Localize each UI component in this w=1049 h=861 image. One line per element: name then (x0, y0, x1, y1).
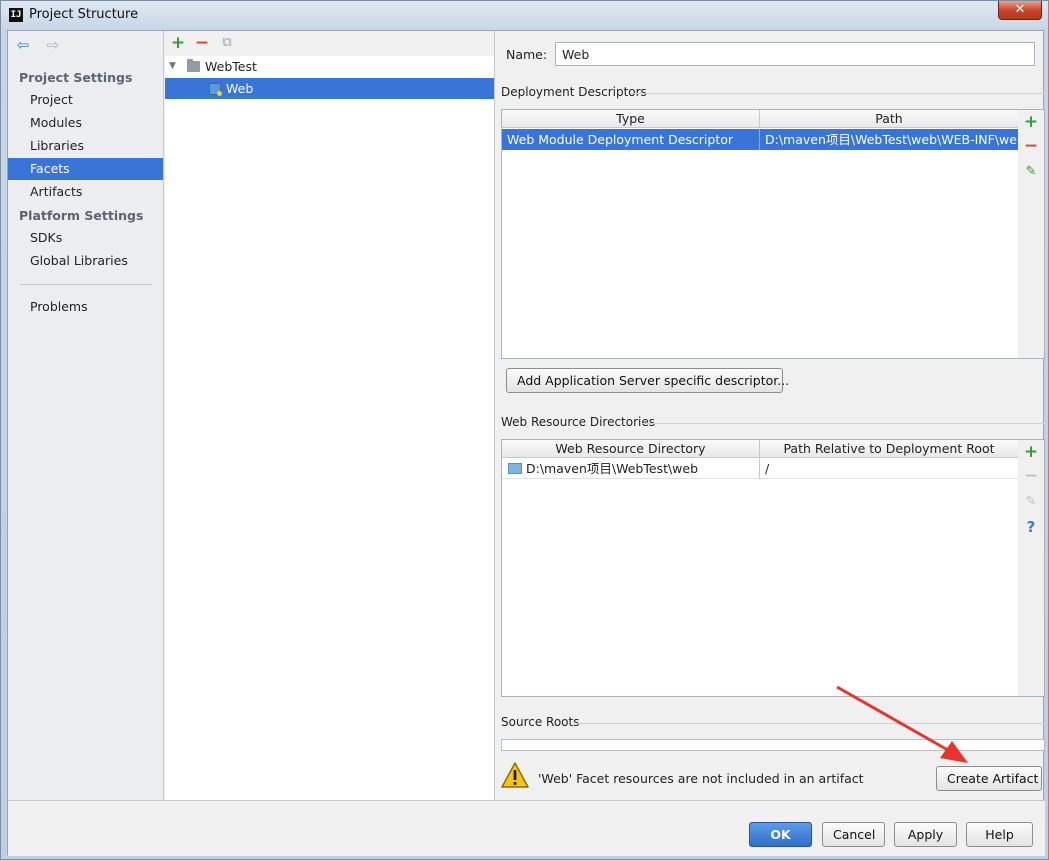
artifact-warning-text: 'Web' Facet resources are not included i… (538, 771, 864, 786)
add-app-server-descriptor-button[interactable]: Add Application Server specific descript… (506, 368, 789, 393)
web-facet-icon (209, 83, 222, 96)
table-header: Web Resource Directory Path Relative to … (502, 440, 1018, 458)
section-divider (632, 93, 1044, 94)
settings-nav: ⇦ ⇨ Project Settings Project Modules Lib… (8, 31, 164, 800)
descriptor-tools: + − ✎ (1018, 109, 1045, 359)
remove-resource-button[interactable]: − (1022, 467, 1040, 485)
intellij-app-icon: IJ (9, 8, 23, 22)
warning-icon (501, 762, 529, 788)
table-header: Type Path (502, 110, 1018, 128)
nav-item-artifacts[interactable]: Artifacts (8, 181, 163, 203)
section-divider (642, 423, 1044, 424)
nav-item-libraries[interactable]: Libraries (8, 135, 163, 157)
module-folder-icon (187, 59, 200, 72)
nav-item-global-libraries[interactable]: Global Libraries (8, 250, 163, 272)
section-divider (576, 723, 1044, 724)
add-resource-button[interactable]: + (1022, 443, 1040, 461)
table-row[interactable]: Web Module Deployment Descriptor D:\mave… (502, 129, 1018, 150)
cancel-button[interactable]: Cancel (822, 822, 885, 847)
expand-toggle-icon[interactable]: ▼ (169, 56, 176, 77)
source-roots-title: Source Roots (501, 715, 580, 729)
source-roots-list[interactable] (501, 739, 1045, 751)
deployment-descriptors-title: Deployment Descriptors (501, 85, 647, 99)
web-folder-icon (508, 463, 522, 474)
window-close-button[interactable]: ✕ (998, 1, 1042, 20)
descriptor-path-cell: D:\maven项目\WebTest\web\WEB-INF\web. (765, 132, 1018, 147)
nav-history: ⇦ ⇨ (14, 37, 70, 55)
column-header-directory[interactable]: Web Resource Directory (502, 440, 760, 458)
platform-settings-header: Platform Settings (19, 208, 144, 223)
web-resource-directories-table: Web Resource Directory Path Relative to … (501, 439, 1019, 697)
help-button[interactable]: Help (966, 822, 1033, 847)
facet-editor: Name: Deployment Descriptors Type Path W… (496, 31, 1045, 800)
dialog-button-bar: OK Cancel Apply Help (8, 800, 1045, 856)
window-title: Project Structure (29, 7, 139, 22)
project-settings-header: Project Settings (19, 70, 133, 85)
copy-icon[interactable]: ⧉ (218, 34, 236, 52)
nav-item-facets[interactable]: Facets (8, 158, 163, 180)
resource-directory-cell: D:\maven项目\WebTest\web (502, 458, 760, 479)
tree-node-webtest[interactable]: ▼ WebTest (165, 56, 494, 77)
deployment-descriptors-table: Type Path Web Module Deployment Descript… (501, 109, 1019, 359)
nav-item-modules[interactable]: Modules (8, 112, 163, 134)
resource-tools: + − ✎ ? (1018, 439, 1045, 697)
ok-button[interactable]: OK (749, 822, 812, 847)
web-resource-directories-title: Web Resource Directories (501, 415, 655, 429)
add-facet-button[interactable]: + (169, 34, 187, 52)
tree-node-label: WebTest (205, 59, 257, 74)
column-header-type[interactable]: Type (502, 110, 760, 128)
project-structure-window: IJ Project Structure ✕ ⇦ ⇨ Project Setti… (0, 0, 1049, 860)
edit-resource-pencil-icon[interactable]: ✎ (1022, 493, 1040, 511)
column-header-path[interactable]: Path (760, 110, 1018, 128)
create-artifact-button[interactable]: Create Artifact (936, 766, 1042, 791)
edit-descriptor-pencil-icon[interactable]: ✎ (1022, 163, 1040, 181)
nav-item-sdks[interactable]: SDKs (8, 227, 163, 249)
title-bar: IJ Project Structure ✕ (1, 1, 1048, 29)
facet-name-input[interactable] (555, 42, 1035, 66)
nav-item-problems[interactable]: Problems (8, 296, 163, 318)
remove-descriptor-button[interactable]: − (1022, 137, 1040, 155)
table-row[interactable]: D:\maven项目\WebTest\web / (502, 458, 1018, 479)
apply-button[interactable]: Apply (894, 822, 957, 847)
nav-divider (20, 284, 152, 285)
help-icon[interactable]: ? (1022, 518, 1040, 536)
remove-facet-button[interactable]: − (193, 34, 211, 52)
add-descriptor-button[interactable]: + (1022, 113, 1040, 131)
tree-node-label: Web (226, 81, 254, 96)
tree-toolbar: + − ⧉ (165, 31, 494, 56)
descriptor-type-cell: Web Module Deployment Descriptor (502, 129, 760, 150)
tree-node-web[interactable]: Web (165, 78, 494, 99)
back-arrow-icon[interactable]: ⇦ (14, 37, 32, 53)
facets-tree-panel: + − ⧉ ▼ WebTest Web (165, 31, 495, 800)
forward-arrow-icon[interactable]: ⇨ (44, 37, 62, 53)
column-header-relative-path[interactable]: Path Relative to Deployment Root (760, 440, 1018, 458)
name-label: Name: (506, 47, 548, 62)
nav-item-project[interactable]: Project (8, 89, 163, 111)
resource-directory-text: D:\maven项目\WebTest\web (526, 461, 699, 476)
relative-path-cell: / (765, 461, 770, 476)
dialog-client-area: ⇦ ⇨ Project Settings Project Modules Lib… (7, 30, 1045, 856)
